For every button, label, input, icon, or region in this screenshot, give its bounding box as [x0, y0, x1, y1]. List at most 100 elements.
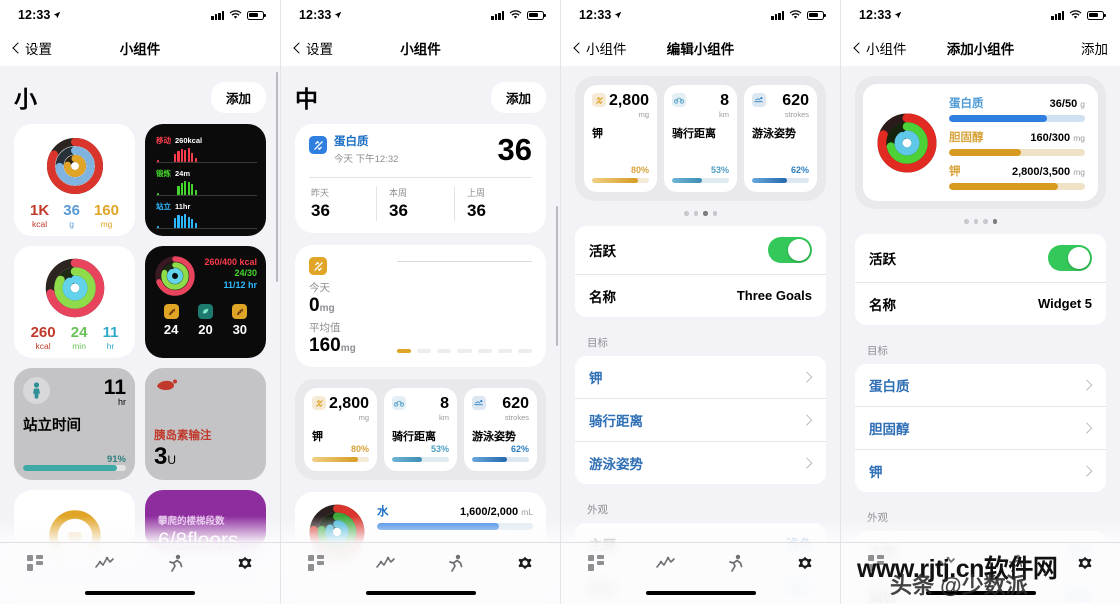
metric-number: 8 km	[439, 396, 449, 422]
row-goal[interactable]: 胆固醇	[855, 405, 1106, 449]
tab-activity[interactable]	[701, 554, 771, 573]
bar-series	[156, 213, 257, 228]
chevron-right-icon	[1085, 379, 1092, 391]
widget-card-nutrition-rings[interactable]: 1K kcal 36 g 160 mg	[14, 124, 135, 236]
bar-label: 移动	[156, 136, 171, 145]
tab-activity[interactable]	[140, 554, 210, 573]
row-active[interactable]: 活跃	[575, 226, 826, 274]
scroll-body[interactable]: 中 添加 蛋白质 今天 下午12:32 36 昨天 36 本周 36 上周 36…	[281, 66, 560, 604]
row-name[interactable]: 名称 Three Goals	[575, 273, 826, 317]
preview-value-group: 36/50 g	[1050, 98, 1085, 110]
widget-preview[interactable]: 2,800 mg 钾 80% 8 km 骑行距离 53% 620 strokes…	[575, 76, 826, 201]
row-goal[interactable]: 骑行距离	[575, 397, 826, 441]
goal-label: 钾	[869, 464, 883, 480]
panel-widgets-small: 12:33 设置 小组件 小 添加 1K kcal 36 g 160 mg 移动…	[0, 0, 280, 604]
tab-charts[interactable]	[631, 555, 701, 571]
metric-cell: 8 km 骑行距离 53%	[664, 85, 737, 192]
tab-activity[interactable]	[421, 554, 491, 573]
rings-graphic	[23, 133, 126, 199]
chevron-right-icon	[805, 414, 812, 426]
widget-card-protein[interactable]: 蛋白质 今天 下午12:32 36 昨天 36 本周 36 上周 36	[295, 124, 546, 234]
active-toggle[interactable]	[768, 236, 812, 263]
status-time: 12:33	[579, 8, 612, 22]
tab-summary[interactable]	[841, 554, 911, 572]
metric-number: 620 strokes	[502, 396, 529, 422]
back-button[interactable]: 小组件	[853, 38, 907, 58]
scrollbar[interactable]	[275, 72, 278, 282]
preview-track	[949, 149, 1085, 156]
back-button[interactable]: 小组件	[573, 38, 627, 58]
add-confirm-button[interactable]: 添加	[1081, 38, 1108, 58]
tab-settings[interactable]	[210, 553, 280, 573]
goal-label: 蛋白质	[869, 378, 910, 394]
metric-track	[752, 177, 809, 183]
add-button[interactable]: 添加	[210, 81, 266, 113]
tab-bar	[281, 542, 560, 604]
wifi-icon	[1069, 10, 1082, 19]
nav-bar: 小组件 编辑小组件	[561, 30, 840, 66]
widget-card-average[interactable]: 今天 0mg 平均值 160mg	[295, 245, 546, 368]
widget-card-insulin[interactable]: 胰岛素输注 3U	[145, 368, 266, 480]
chart-icon	[375, 556, 395, 568]
widget-card-activity-rings[interactable]: 260 kcal 24 min 11 hr	[14, 246, 135, 358]
tab-charts[interactable]	[70, 555, 140, 571]
metric-value: 8	[440, 395, 449, 413]
tab-activity[interactable]	[981, 554, 1051, 573]
status-time-group: 12:33	[18, 8, 61, 22]
goal-icon-value: 30	[232, 322, 248, 337]
cellular-icon	[1051, 10, 1064, 20]
page-dots[interactable]	[841, 219, 1120, 224]
row-goal[interactable]: 游泳姿势	[575, 440, 826, 484]
tab-summary[interactable]	[561, 554, 631, 572]
scrollbar[interactable]	[555, 206, 558, 346]
status-time: 12:33	[18, 8, 51, 22]
active-group: 活跃 名称 Three Goals	[575, 225, 826, 317]
widget-card-floors[interactable]: 攀爬的楼梯段数 6/8floors	[145, 490, 266, 550]
wifi-icon	[229, 10, 242, 19]
chart-icon	[655, 556, 675, 568]
metric-percent: 53%	[430, 443, 449, 454]
water-row: 水 1,600/2,000 mL	[377, 503, 533, 519]
goals-group: 蛋白质 胆固醇 钾	[855, 363, 1106, 492]
floors-label: 攀爬的楼梯段数	[158, 516, 225, 527]
insulin-unit: U	[167, 453, 177, 467]
column-label: 本周	[389, 188, 408, 199]
scroll-body[interactable]: 2,800 mg 钾 80% 8 km 骑行距离 53% 620 strokes…	[561, 66, 840, 604]
tab-settings[interactable]	[1050, 553, 1120, 573]
row-goal[interactable]: 钾	[575, 356, 826, 398]
tab-settings[interactable]	[770, 553, 840, 573]
tab-settings[interactable]	[490, 553, 560, 573]
row-name[interactable]: 名称 Widget 5	[855, 281, 1106, 325]
section-title: 小	[14, 86, 38, 112]
scroll-body[interactable]: 小 添加 1K kcal 36 g 160 mg 移动 260kcal 锻炼 2…	[0, 66, 280, 604]
scroll-body[interactable]: 蛋白质 36/50 g 胆固醇 160/300 mg 钾 2,800/3,500…	[841, 66, 1120, 604]
goals-section-header: 目标	[587, 336, 608, 349]
active-toggle[interactable]	[1048, 244, 1092, 271]
widget-card-arc[interactable]	[14, 490, 135, 550]
row-active[interactable]: 活跃	[855, 234, 1106, 282]
widget-card-three-goals[interactable]: 2,800 mg 钾 80% 8 km 骑行距离 53% 620 strokes…	[295, 379, 546, 481]
stand-progress-track	[23, 465, 126, 471]
back-button[interactable]: 设置	[293, 38, 333, 58]
stat-value: 36	[63, 202, 80, 219]
bar-series	[156, 180, 257, 195]
tab-charts[interactable]	[911, 555, 981, 571]
tab-summary[interactable]	[281, 554, 351, 572]
row-goal[interactable]: 蛋白质	[855, 364, 1106, 406]
tab-summary[interactable]	[0, 554, 70, 572]
stat-item: 1K kcal	[30, 203, 49, 229]
row-goal[interactable]: 钾	[855, 448, 1106, 492]
widget-preview[interactable]: 蛋白质 36/50 g 胆固醇 160/300 mg 钾 2,800/3,500…	[855, 76, 1106, 209]
back-button[interactable]: 设置	[12, 38, 52, 58]
widget-card-activity-bars[interactable]: 移动 260kcal 锻炼 24m 站立 11hr	[145, 124, 266, 236]
add-button[interactable]: 添加	[490, 81, 546, 113]
metric-track	[392, 456, 449, 463]
goal-label: 游泳姿势	[589, 456, 643, 472]
widget-card-stand-time[interactable]: 11 hr 站立时间 91%	[14, 368, 135, 480]
page-dots[interactable]	[561, 211, 840, 216]
status-bar: 12:33	[281, 0, 560, 30]
protein-value: 36	[497, 132, 532, 167]
tab-charts[interactable]	[351, 555, 421, 571]
stat-unit: g	[69, 218, 74, 229]
widget-card-goals-dark[interactable]: 260/400 kcal 24/30 11/12 hr 24 20 30	[145, 246, 266, 358]
